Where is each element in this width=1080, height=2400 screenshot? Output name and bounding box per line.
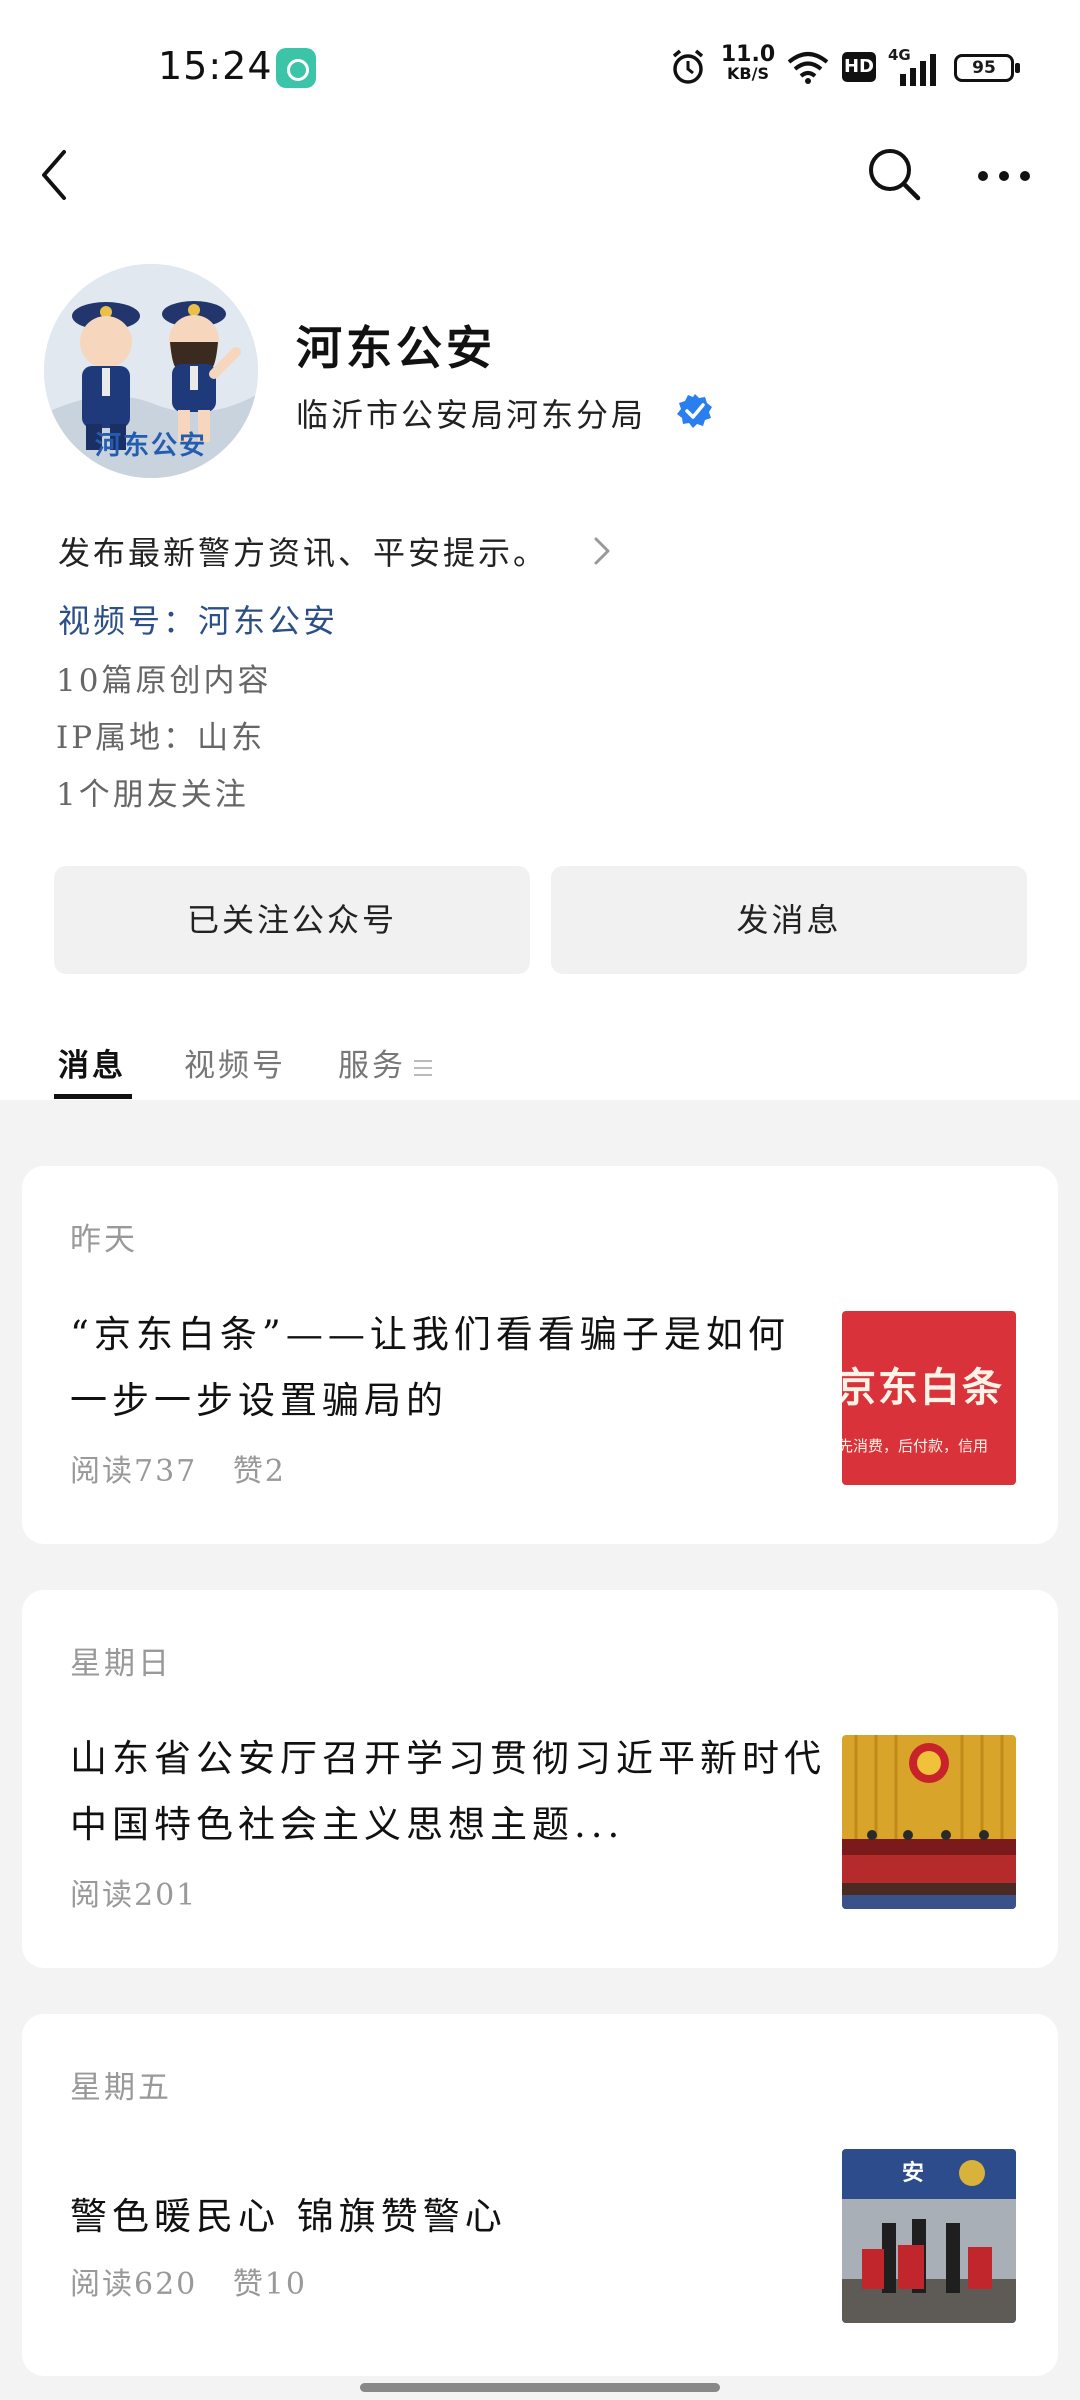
network-speed-value: 11.0 <box>720 42 776 67</box>
tab-services-label: 服务 <box>338 1048 406 1084</box>
article-card[interactable]: 星期五 警色暖民心 锦旗赞警心 阅读620 赞10 安 <box>22 2014 1058 2376</box>
tab-video-channel[interactable]: 视频号 <box>184 1040 286 1085</box>
article-stats: 阅读737 赞2 <box>70 1446 310 1490</box>
article-title: 山东省公安厅召开学习贯彻习近平新时代中国特色社会主义思想主题... <box>70 1737 826 1846</box>
tab-messages[interactable]: 消息 <box>58 1040 126 1085</box>
article-date: 星期日 <box>70 1646 172 1682</box>
chevron-right-icon[interactable] <box>592 536 612 566</box>
friends-following[interactable]: 1个朋友关注 <box>56 769 249 814</box>
account-organization: 临沂市公安局河东分局 <box>296 396 647 434</box>
article-title: “京东白条”——让我们看看骗子是如何一步一步设置骗局的 <box>70 1313 790 1422</box>
article-likes: 赞10 <box>232 2267 307 2302</box>
cellular-signal-icon: 4G <box>888 46 938 86</box>
verified-badge-icon <box>677 394 712 428</box>
article-date: 昨天 <box>70 1222 138 1258</box>
more-options-icon[interactable] <box>976 166 1032 186</box>
article-title: 警色暖民心 锦旗赞警心 <box>70 2195 507 2238</box>
article-card[interactable]: 昨天 “京东白条”——让我们看看骗子是如何一步一步设置骗局的 阅读737 赞2 … <box>22 1166 1058 1544</box>
home-indicator[interactable] <box>360 2383 720 2392</box>
search-icon[interactable] <box>866 146 922 202</box>
article-reads: 阅读201 <box>70 1878 198 1913</box>
article-stats: 阅读201 <box>70 1870 221 1914</box>
article-reads: 阅读737 <box>70 1454 198 1489</box>
app-notification-icon <box>276 48 316 88</box>
article-thumbnail: 京东白条 先消费，后付款，信用 <box>842 1311 1016 1485</box>
status-time: 15:24 <box>158 44 273 88</box>
original-content-count: 10篇原创内容 <box>56 663 272 699</box>
tab-services[interactable]: 服务 <box>338 1040 432 1085</box>
article-likes: 赞2 <box>232 1454 286 1489</box>
article-reads: 阅读620 <box>70 2267 198 2302</box>
thumbnail-headline: 京东白条 <box>842 1365 1004 1411</box>
account-name: 河东公安 <box>296 321 496 375</box>
thumbnail-subtext: 先消费，后付款，信用 <box>842 1437 989 1455</box>
article-card[interactable]: 星期日 山东省公安厅召开学习贯彻习近平新时代中国特色社会主义思想主题... 阅读… <box>22 1590 1058 1968</box>
thumbnail-sign-text: 安 <box>902 2161 925 2186</box>
hd-badge: HD <box>842 52 876 82</box>
article-thumbnail: 安 <box>842 2149 1016 2323</box>
status-bar: 15:24 11.0 KB/S HD 4G 95 <box>0 0 1080 130</box>
avatar-caption: 河东公安 <box>94 431 207 461</box>
account-description[interactable]: 发布最新警方资讯、平安提示。 <box>58 528 548 574</box>
battery-icon: 95 <box>954 54 1020 82</box>
wifi-icon <box>787 52 829 84</box>
police-station-photo <box>842 2149 1016 2323</box>
article-stats: 阅读620 赞10 <box>70 2259 331 2303</box>
send-message-button[interactable]: 发消息 <box>551 866 1027 974</box>
account-avatar[interactable]: 河东公安 <box>44 264 258 478</box>
menu-icon <box>414 1059 432 1076</box>
ip-location: IP属地：山东 <box>56 720 266 756</box>
back-arrow-icon[interactable] <box>36 148 72 202</box>
article-thumbnail <box>842 1735 1016 1909</box>
article-date: 星期五 <box>70 2070 172 2106</box>
followed-account-button[interactable]: 已关注公众号 <box>54 866 530 974</box>
alarm-icon <box>672 49 704 84</box>
network-speed-unit: KB/S <box>727 64 769 83</box>
video-channel-link[interactable]: 视频号：河东公安 <box>58 596 338 642</box>
network-speed: 11.0 KB/S <box>720 44 776 82</box>
meeting-hall-photo <box>842 1735 1016 1909</box>
active-tab-indicator <box>54 1094 132 1099</box>
